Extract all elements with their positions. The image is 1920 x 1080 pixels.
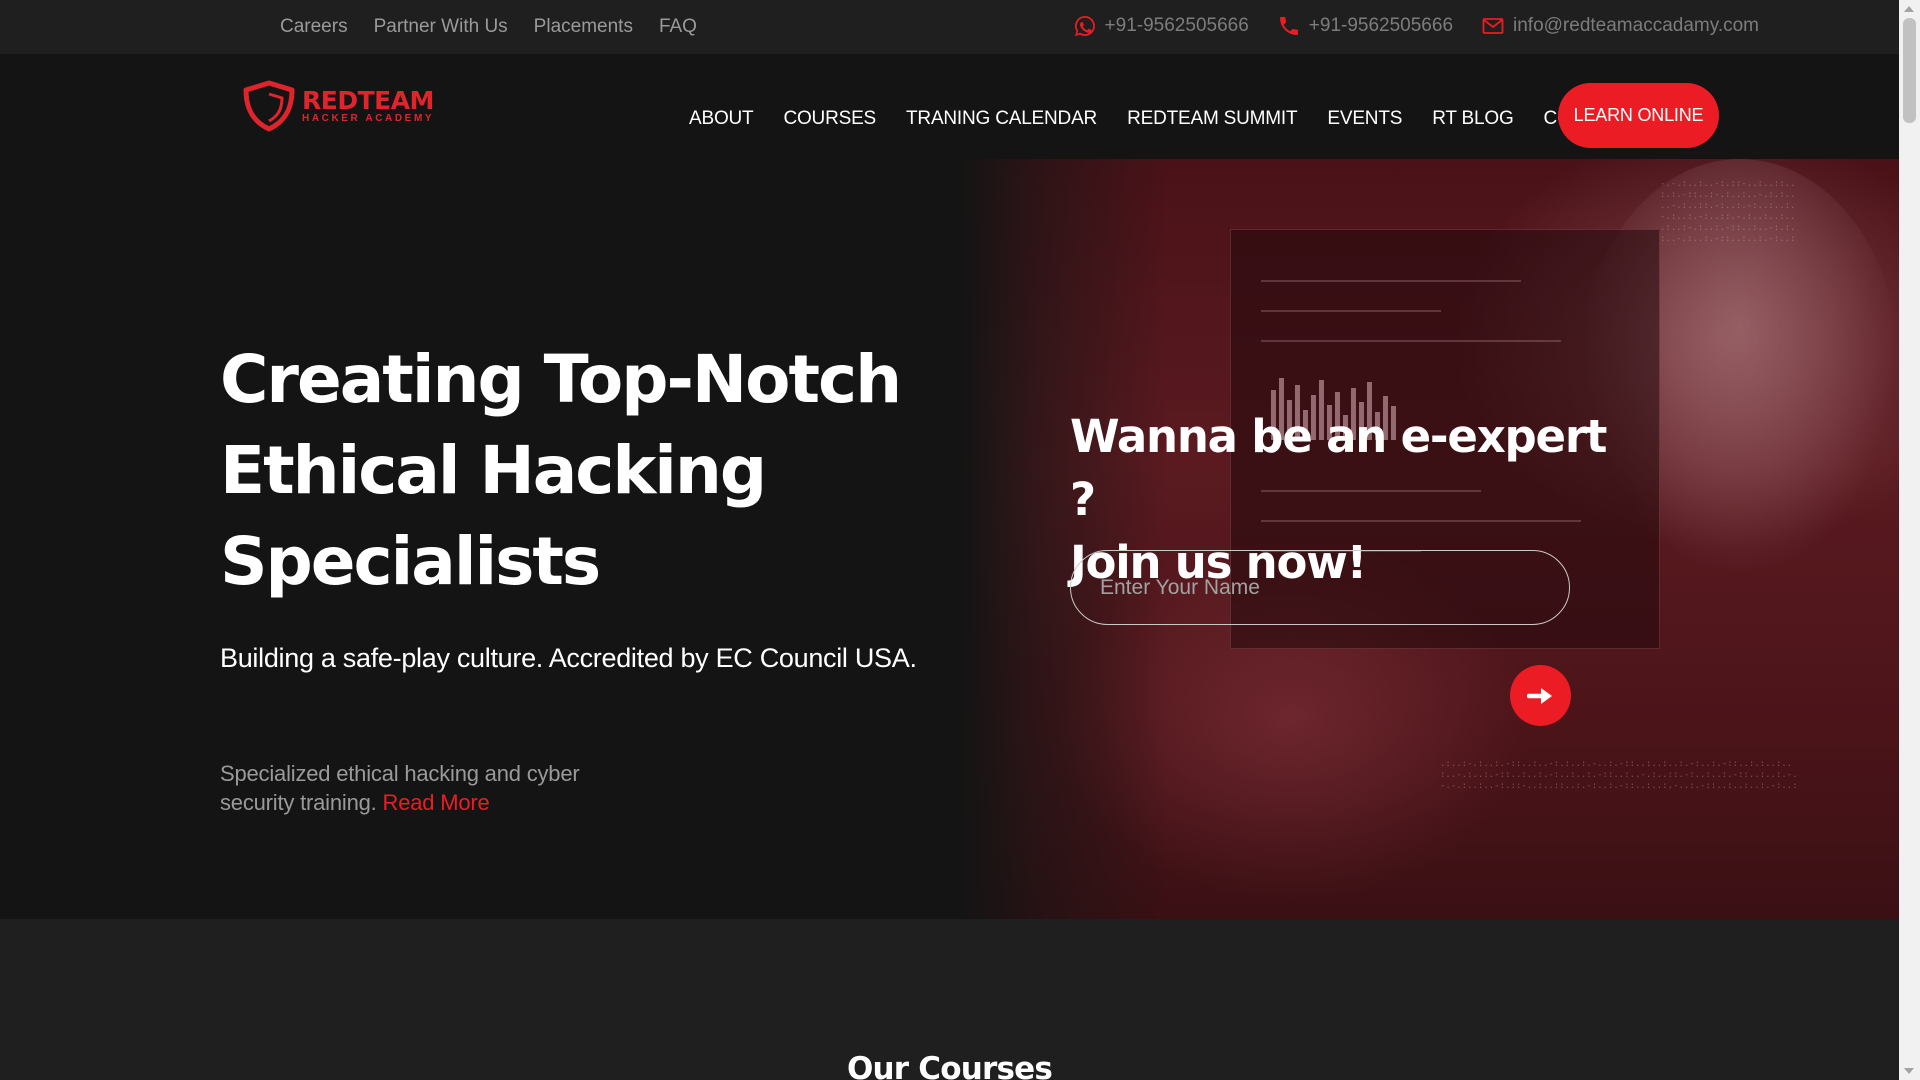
page-scrollbar[interactable]: [1899, 0, 1920, 1080]
courses-heading: Our Courses: [846, 1051, 1053, 1080]
placements-link[interactable]: Placements: [534, 16, 633, 38]
email-contact[interactable]: info@redteamaccadamy.com: [1481, 14, 1759, 38]
hero-title: Creating Top-Notch Ethical Hacking Speci…: [220, 341, 902, 600]
phone-contact[interactable]: +91-9562505666: [1277, 14, 1453, 38]
contact-info: +91-9562505666 +91-9562505666 info@redte…: [1073, 14, 1759, 38]
hero-subtitle: Building a safe-play culture. Accredited…: [220, 643, 917, 673]
nav-about[interactable]: ABOUT: [689, 108, 754, 130]
form-title-line-1: Wanna be an e-expert ?: [1070, 410, 1607, 526]
whatsapp-number: +91-9562505666: [1104, 15, 1249, 36]
shield-logo-icon: [242, 80, 296, 132]
logo-main-text: REDTEAM: [302, 86, 434, 115]
read-more-link[interactable]: Read More: [383, 790, 490, 815]
whatsapp-contact[interactable]: +91-9562505666: [1073, 14, 1249, 38]
phone-number: +91-9562505666: [1308, 15, 1454, 36]
nav-events[interactable]: EVENTS: [1327, 108, 1402, 130]
scroll-up-icon[interactable]: [1904, 6, 1914, 12]
scrollbar-thumb[interactable]: [1903, 18, 1916, 123]
courses-section: Our Courses: [0, 919, 1899, 1080]
whatsapp-icon: [1073, 14, 1097, 38]
logo-wordmark: REDTEAM HACKER ACADEMY: [302, 88, 434, 124]
site-header: REDTEAM HACKER ACADEMY ABOUT COURSES TRA…: [0, 54, 1899, 159]
hero-description: Specialized ethical hacking and cyber se…: [220, 759, 640, 817]
site-logo[interactable]: REDTEAM HACKER ACADEMY: [242, 80, 434, 132]
main-nav: ABOUT COURSES TRANING CALENDAR REDTEAM S…: [689, 108, 1633, 130]
faq-link[interactable]: FAQ: [659, 16, 697, 38]
nav-redteam-summit[interactable]: REDTEAM SUMMIT: [1127, 108, 1298, 130]
utility-links: Careers Partner With Us Placements FAQ: [280, 16, 697, 38]
phone-icon: [1277, 14, 1301, 38]
nav-rt-blog[interactable]: RT BLOG: [1432, 108, 1514, 130]
mail-icon: [1481, 14, 1505, 38]
nav-courses[interactable]: COURSES: [783, 108, 876, 130]
logo-sub-text: HACKER ACADEMY: [302, 113, 435, 124]
email-address: info@redteamaccadamy.com: [1513, 15, 1759, 36]
arrow-right-icon: [1526, 685, 1555, 707]
careers-link[interactable]: Careers: [280, 16, 348, 38]
submit-button[interactable]: [1510, 665, 1571, 726]
learn-online-button[interactable]: LEARN ONLINE: [1558, 83, 1719, 148]
nav-training-calendar[interactable]: TRANING CALENDAR: [906, 108, 1097, 130]
scroll-down-icon[interactable]: [1904, 1068, 1914, 1074]
partner-with-us-link[interactable]: Partner With Us: [374, 16, 508, 38]
top-utility-bar: Careers Partner With Us Placements FAQ +…: [0, 0, 1899, 54]
hero-section: -.-.:..:..-:.::-..:..::.. :.:.-::..:-.:.…: [0, 159, 1899, 919]
name-input[interactable]: [1070, 550, 1570, 625]
